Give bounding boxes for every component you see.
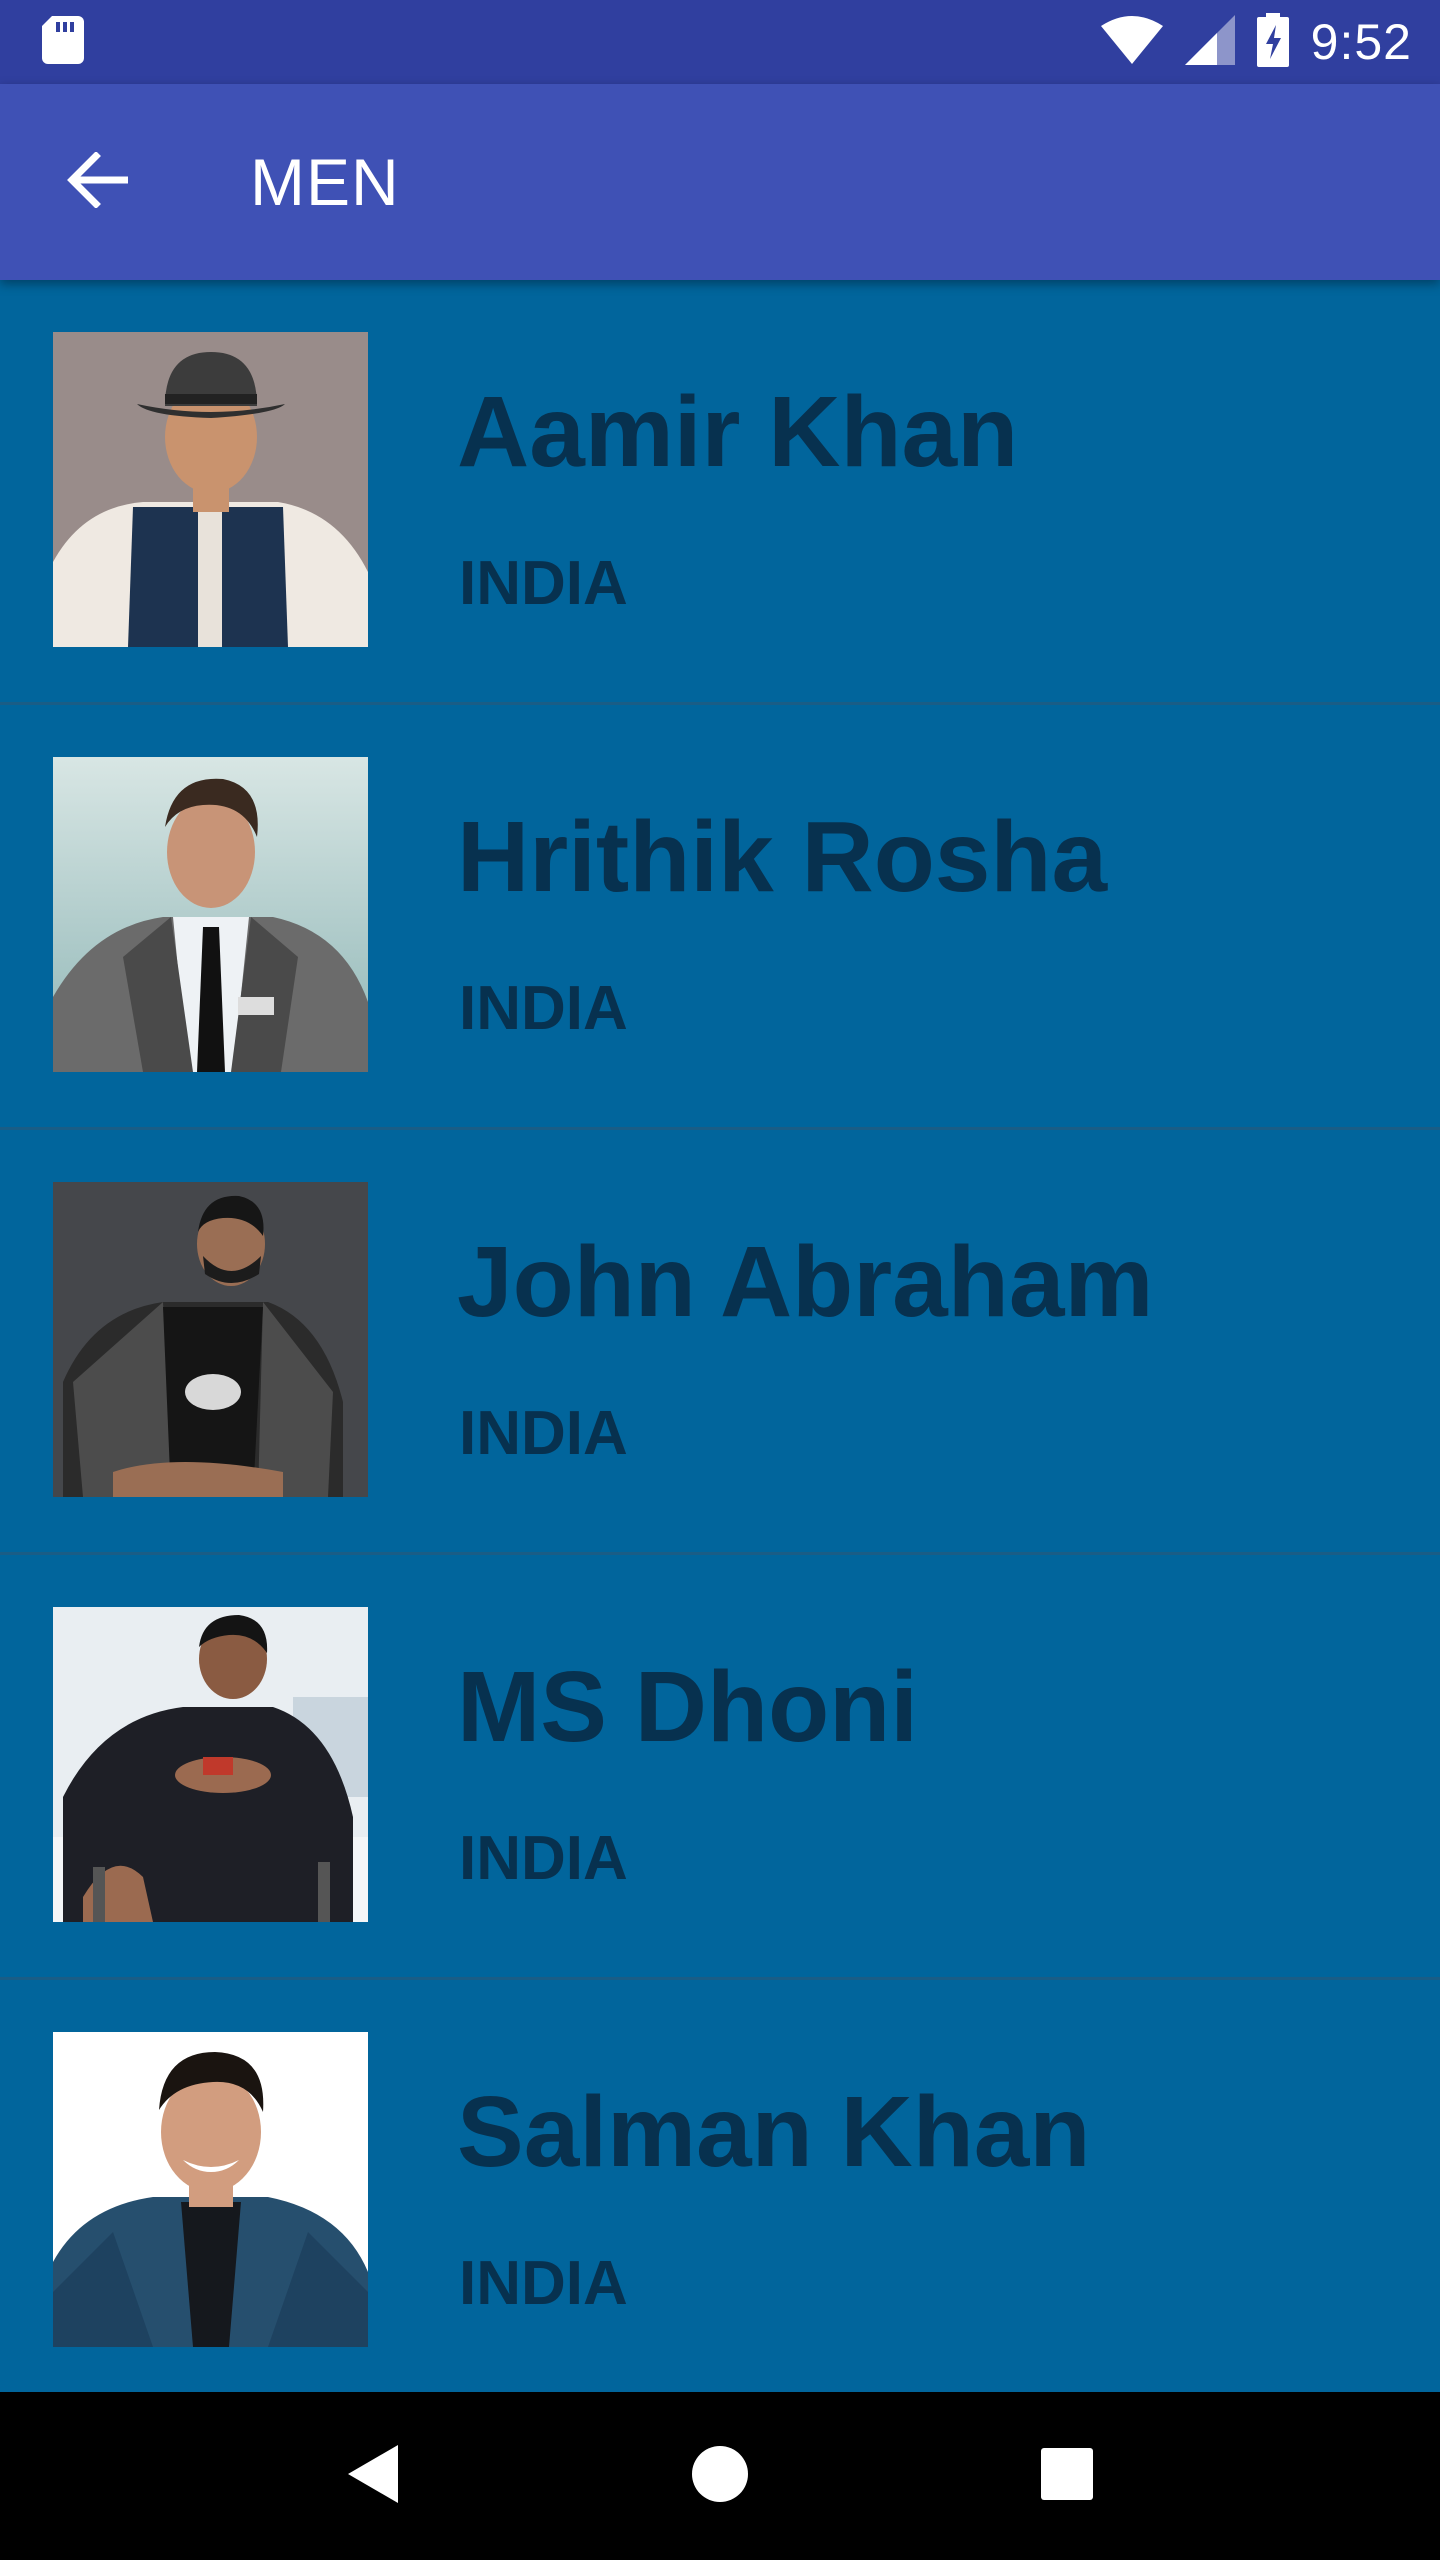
wifi-icon [1100, 15, 1163, 69]
page-title: MEN [250, 145, 400, 219]
avatar [53, 332, 368, 647]
person-country: INDIA [459, 2249, 628, 2318]
avatar [53, 2032, 368, 2347]
person-country: INDIA [459, 974, 628, 1043]
person-name: Hrithik Rosha [457, 801, 1108, 913]
people-list: Aamir Khan INDIA Hrithik Rosha INDIA Joh… [0, 280, 1440, 2392]
nav-home-icon [691, 2445, 749, 2508]
person-name: Salman Khan [457, 2076, 1091, 2188]
person-country: INDIA [459, 1824, 628, 1893]
battery-charging-icon [1256, 12, 1289, 72]
status-icons: 9:52 [1100, 12, 1412, 72]
nav-recents-icon [1040, 2447, 1094, 2506]
sd-card-icon [42, 15, 84, 69]
status-time: 9:52 [1310, 14, 1412, 70]
system-nav-bar [0, 2392, 1440, 2560]
avatar [53, 757, 368, 1072]
list-item[interactable]: Aamir Khan INDIA [0, 280, 1440, 705]
app-bar: MEN [0, 84, 1440, 280]
nav-recents-button[interactable] [1007, 2416, 1127, 2536]
nav-back-button[interactable] [313, 2416, 433, 2536]
nav-home-button[interactable] [660, 2416, 780, 2536]
list-item[interactable]: Hrithik Rosha INDIA [0, 705, 1440, 1130]
person-name: Aamir Khan [457, 376, 1019, 488]
list-item[interactable]: MS Dhoni INDIA [0, 1555, 1440, 1980]
back-button[interactable] [42, 126, 154, 238]
list-item[interactable]: Salman Khan INDIA [0, 1980, 1440, 2392]
signal-icon [1184, 14, 1235, 70]
person-country: INDIA [459, 549, 628, 618]
person-name: John Abraham [457, 1226, 1154, 1338]
avatar [53, 1607, 368, 1922]
avatar [53, 1182, 368, 1497]
arrow-back-icon [66, 150, 130, 213]
person-country: INDIA [459, 1399, 628, 1468]
list-item[interactable]: John Abraham INDIA [0, 1130, 1440, 1555]
status-bar: 9:52 [0, 0, 1440, 84]
nav-back-icon [346, 2443, 400, 2510]
person-name: MS Dhoni [457, 1651, 919, 1763]
